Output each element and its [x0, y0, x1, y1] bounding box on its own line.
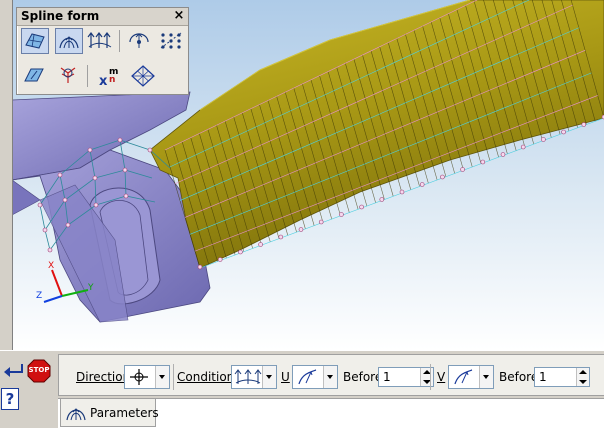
axis-y-label: Y — [87, 283, 94, 293]
before-label-v: Before — [499, 370, 539, 384]
spin-down-icon[interactable] — [579, 380, 587, 384]
control-point — [258, 242, 263, 247]
u-tangent-icon — [298, 369, 317, 385]
control-point — [399, 189, 405, 195]
control-point — [298, 227, 304, 232]
xmn-n-label: n — [109, 75, 115, 85]
control-point — [238, 249, 243, 255]
control-point — [359, 204, 364, 210]
parameters-spline-icon — [66, 408, 86, 421]
v-tangent-icon — [454, 369, 473, 385]
before-label-u: Before — [343, 370, 383, 384]
enter-arrow-icon[interactable] — [2, 363, 24, 379]
before-u-spinner[interactable]: 1 — [378, 367, 434, 387]
spin-up-icon[interactable] — [579, 370, 587, 374]
control-point — [318, 219, 324, 225]
strip-separator — [430, 364, 431, 390]
before-v-value: 1 — [539, 370, 547, 384]
control-point — [520, 144, 526, 150]
point-grid-icon[interactable] — [157, 28, 185, 54]
control-point — [581, 122, 587, 127]
stop-icon[interactable]: STOP — [27, 359, 51, 383]
direction-label: Direction — [76, 370, 131, 384]
control-point — [480, 159, 486, 165]
direction-dropdown-arrow[interactable] — [155, 366, 169, 388]
control-point — [339, 212, 344, 217]
control-point — [217, 257, 223, 262]
v-condition-combo[interactable] — [448, 365, 494, 389]
palette-title: Spline form — [21, 9, 100, 23]
strip-separator — [173, 364, 174, 390]
direction-combo[interactable] — [124, 365, 170, 389]
control-point — [278, 234, 284, 240]
rotate-handle-icon[interactable] — [125, 28, 153, 54]
control-point — [561, 129, 566, 135]
tab-row: Parameters — [58, 398, 604, 428]
conditions-vectors-icon — [234, 369, 262, 384]
before-u-spin-buttons[interactable] — [420, 368, 433, 386]
control-point — [197, 264, 203, 270]
control-point — [460, 167, 465, 172]
tree-form-icon[interactable] — [55, 63, 83, 89]
control-point — [379, 197, 385, 202]
diamond-grid-icon[interactable] — [129, 63, 157, 89]
options-strip: Direction Conditions U Before 1 V Before — [58, 354, 604, 396]
control-point — [440, 174, 445, 180]
control-point — [419, 182, 425, 187]
u-dropdown-arrow[interactable] — [323, 366, 337, 388]
tab-parameters[interactable]: Parameters — [60, 399, 159, 427]
axis-x-label: X — [48, 261, 54, 271]
direction-cross-icon — [130, 369, 148, 385]
before-v-spin-buttons[interactable] — [576, 368, 589, 386]
toolbar-separator — [87, 65, 88, 87]
xmn-x-label: x — [99, 74, 108, 87]
axis-z-label: Z — [36, 291, 42, 301]
surface-patch-icon[interactable] — [21, 28, 49, 54]
property-panel: STOP ? Direction Conditions U Before 1 V — [0, 350, 604, 428]
close-icon[interactable]: × — [173, 8, 185, 24]
u-condition-combo[interactable] — [292, 365, 338, 389]
before-u-value: 1 — [383, 370, 391, 384]
stop-label: STOP — [28, 366, 50, 374]
conditions-combo[interactable] — [231, 365, 277, 389]
plane-icon[interactable] — [21, 63, 49, 89]
u-label: U — [281, 370, 290, 384]
panel-controls: STOP ? — [0, 351, 58, 427]
palette-title-bar[interactable]: Spline form × — [17, 8, 188, 26]
before-v-spinner[interactable]: 1 — [534, 367, 590, 387]
left-rail — [0, 0, 13, 350]
control-point — [541, 137, 546, 142]
tab-parameters-label: Parameters — [90, 406, 159, 420]
control-vectors-icon[interactable] — [85, 28, 113, 54]
help-icon[interactable]: ? — [1, 388, 19, 410]
v-label: V — [437, 370, 446, 384]
toolbar-separator — [119, 30, 120, 52]
control-point — [500, 152, 506, 157]
conditions-dropdown-arrow[interactable] — [262, 366, 276, 388]
spline-form-palette[interactable]: Spline form × x m n — [16, 7, 189, 95]
xmn-degree-icon[interactable]: x m n — [95, 63, 123, 89]
spline-form-icon[interactable] — [55, 28, 83, 54]
v-dropdown-arrow[interactable] — [479, 366, 493, 388]
